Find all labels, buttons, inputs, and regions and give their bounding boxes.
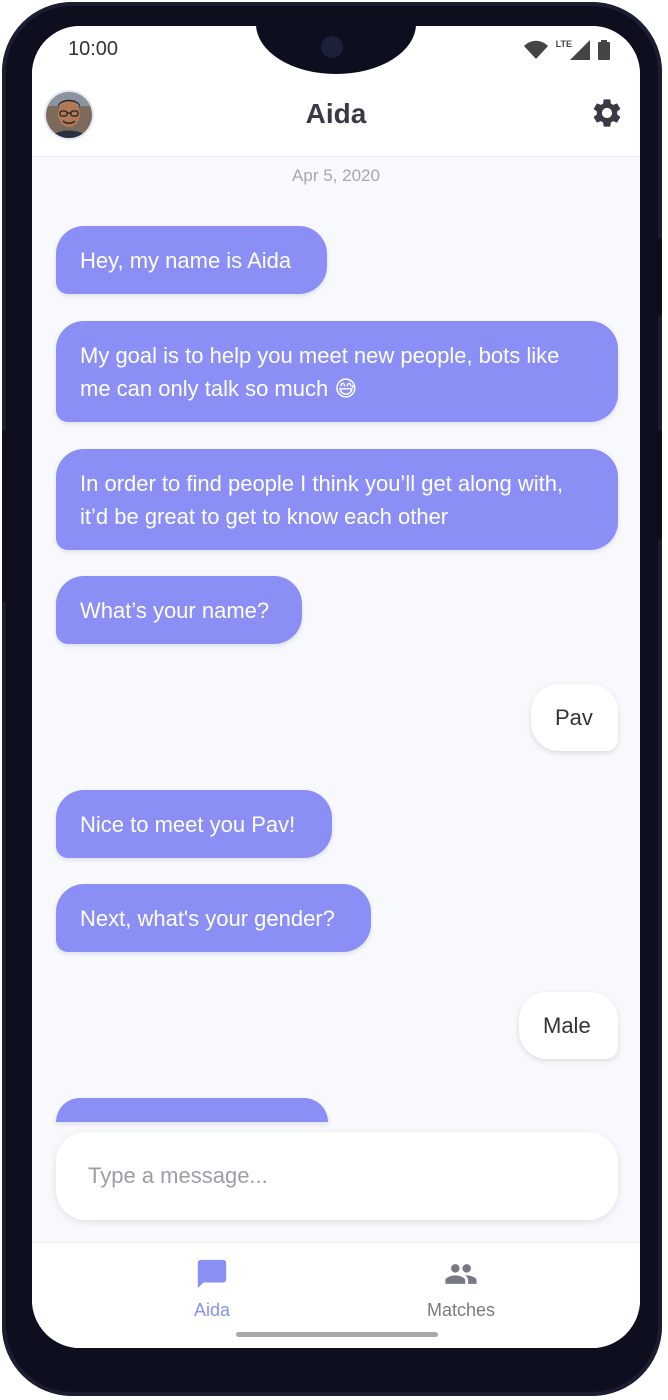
message-text: Pav xyxy=(555,705,593,730)
phone-frame: 10:00 LTE Aida Apr 5, 2020 Hey, my name … xyxy=(2,2,662,1396)
gear-icon[interactable] xyxy=(590,96,624,130)
cell-signal-icon xyxy=(570,40,590,60)
status-icons: LTE xyxy=(523,39,610,60)
bot-message: In order to find people I think you’ll g… xyxy=(56,449,618,550)
bot-message-partial xyxy=(56,1098,328,1122)
bot-message: What’s your name? xyxy=(56,576,302,644)
bot-message: Next, what's your gender? xyxy=(56,884,371,952)
user-message: Pav xyxy=(531,684,618,751)
power-button xyxy=(652,430,662,540)
message-text: My goal is to help you meet new people, … xyxy=(80,342,560,401)
message-text: Hey, my name is Aida xyxy=(80,247,292,273)
people-icon xyxy=(445,1264,477,1284)
nav-tab-aida[interactable]: Aida xyxy=(112,1257,312,1321)
status-time: 10:00 xyxy=(68,38,119,60)
volume-button xyxy=(2,430,12,602)
message-text: Nice to meet you Pav! xyxy=(80,811,296,837)
phone-screen: 10:00 LTE Aida Apr 5, 2020 Hey, my name … xyxy=(32,26,640,1348)
page-title: Aida xyxy=(305,98,367,129)
message-text: Male xyxy=(543,1013,591,1038)
message-composer xyxy=(56,1132,618,1220)
nav-tab-matches[interactable]: Matches xyxy=(361,1257,561,1321)
bot-message: Hey, my name is Aida xyxy=(56,226,327,294)
bot-message: My goal is to help you meet new people, … xyxy=(56,321,618,422)
nav-label: Aida xyxy=(193,1300,231,1320)
message-text: In order to find people I think you’ll g… xyxy=(80,470,564,529)
user-message: Male xyxy=(519,992,618,1059)
wifi-icon xyxy=(523,40,548,59)
message-input[interactable] xyxy=(86,1162,588,1190)
app-header: Aida xyxy=(32,76,640,157)
chat-date: Apr 5, 2020 xyxy=(292,166,380,185)
chat-bubble-icon xyxy=(197,1259,227,1289)
message-text: What’s your name? xyxy=(80,597,270,623)
bot-message: Nice to meet you Pav! xyxy=(56,790,332,858)
front-camera xyxy=(321,36,343,58)
side-button-upper xyxy=(652,238,662,316)
battery-icon xyxy=(598,40,610,60)
home-indicator xyxy=(236,1332,438,1337)
nav-label: Matches xyxy=(426,1300,496,1320)
message-text: Next, what's your gender? xyxy=(80,905,335,931)
